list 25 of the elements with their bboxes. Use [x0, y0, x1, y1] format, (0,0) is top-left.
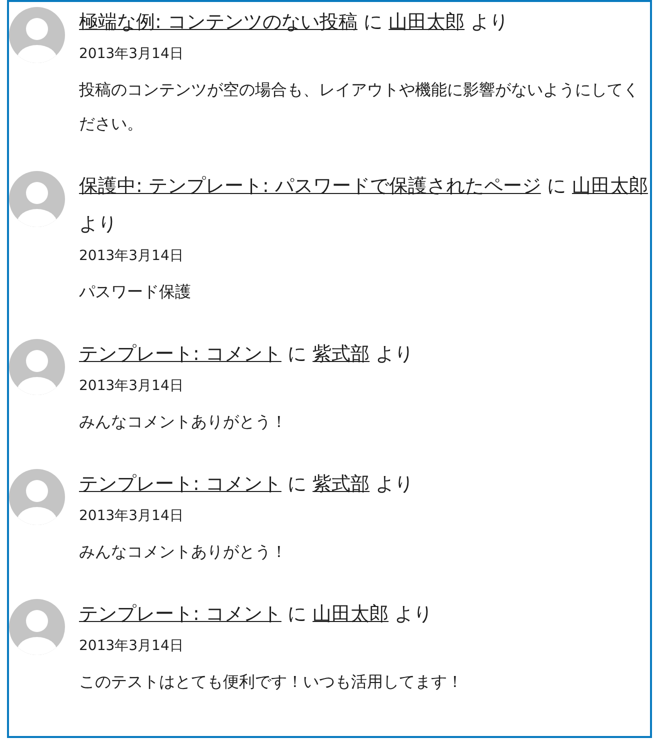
comment-heading: テンプレート: コメント に 紫式部 より [79, 342, 415, 367]
author-link[interactable]: 紫式部 [312, 343, 370, 365]
author-link[interactable]: 紫式部 [312, 473, 370, 495]
author-link[interactable]: 山田太郎 [312, 603, 389, 625]
comment-heading: 極端な例: コンテンツのない投稿 に 山田太郎 より [79, 10, 510, 35]
post-link[interactable]: 極端な例: コンテンツのない投稿 [79, 11, 358, 33]
comment-heading: テンプレート: コメント に 紫式部 より [79, 472, 415, 497]
comment-date: 2013年3月14日 [79, 45, 184, 64]
post-link[interactable]: テンプレート: コメント [79, 343, 282, 365]
comment-date: 2013年3月14日 [79, 247, 184, 266]
comment-excerpt: このテストはとても便利です！いつも活用してます！ [79, 671, 464, 693]
comment-excerpt: みんなコメントありがとう！ [79, 411, 288, 433]
post-link[interactable]: テンプレート: コメント [79, 473, 282, 495]
comment-date: 2013年3月14日 [79, 637, 184, 656]
post-link[interactable]: 保護中: テンプレート: パスワードで保護されたページ [79, 175, 541, 197]
author-link[interactable]: 山田太郎 [572, 175, 648, 197]
comment-heading: テンプレート: コメント に 山田太郎 より [79, 602, 434, 627]
comment-date: 2013年3月14日 [79, 507, 184, 526]
comment-excerpt: パスワード保護 [79, 281, 192, 303]
comment-excerpt: みんなコメントありがとう！ [79, 541, 288, 563]
comment-date: 2013年3月14日 [79, 377, 184, 396]
comment-excerpt: 投稿のコンテンツが空の場合も、レイアウトや機能に影響がないようにしてください。 [79, 79, 640, 135]
author-link[interactable]: 山田太郎 [388, 11, 465, 33]
comment-heading: 保護中: テンプレート: パスワードで保護されたページ に 山田太郎 より [79, 174, 648, 237]
post-link[interactable]: テンプレート: コメント [79, 603, 282, 625]
